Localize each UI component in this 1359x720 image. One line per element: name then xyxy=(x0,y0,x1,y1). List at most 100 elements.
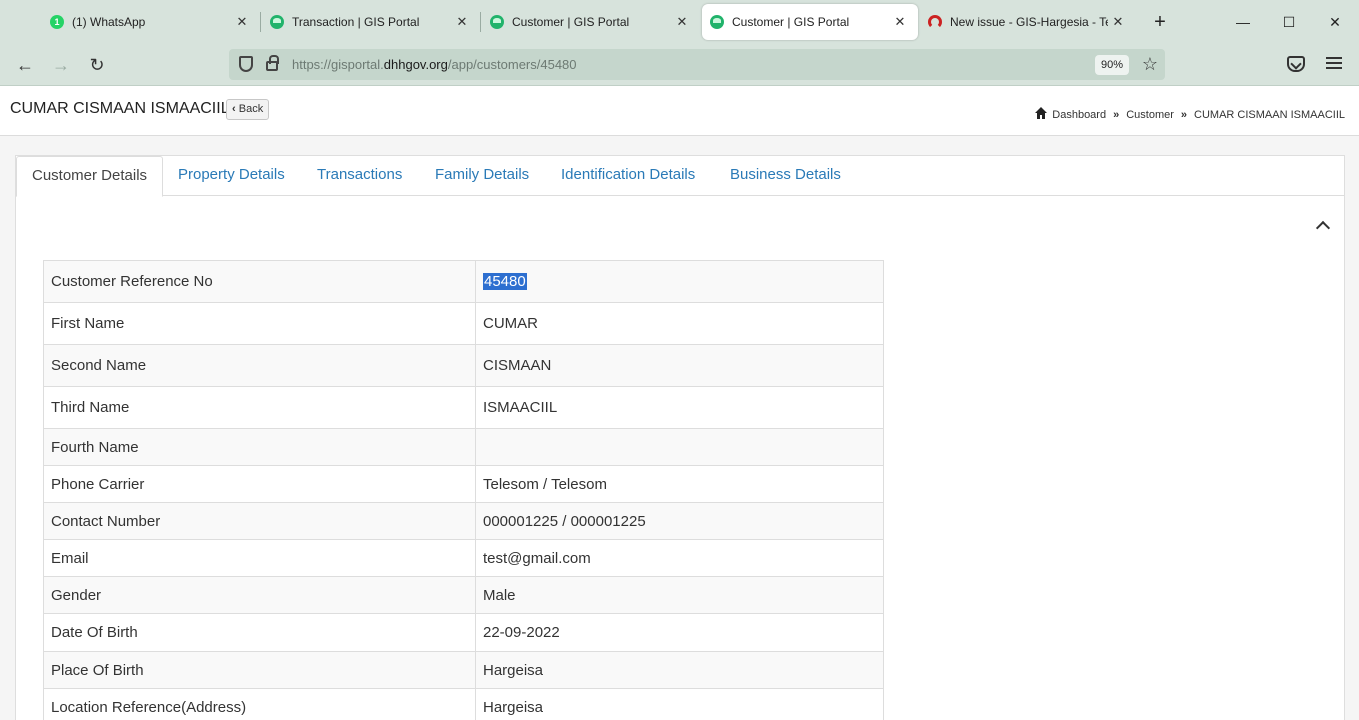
url-path: /app/customers/45480 xyxy=(447,57,577,72)
browser-tab-label: (1) WhatsApp xyxy=(72,15,146,29)
browser-tab-transaction[interactable]: Transaction | GIS Portal ✕ xyxy=(262,4,480,40)
detail-value: CISMAAN xyxy=(475,344,884,387)
table-row: Gender Male xyxy=(43,576,884,614)
breadcrumb-separator: » xyxy=(1113,109,1120,121)
table-row: Customer Reference No 45480 xyxy=(43,260,884,303)
maximize-button[interactable]: ☐ xyxy=(1267,8,1311,36)
browser-tab-label: New issue - GIS-Hargesia - Tea xyxy=(950,15,1108,29)
detail-value: test@gmail.com xyxy=(475,539,884,577)
breadcrumb-dashboard-link[interactable]: Dashboard xyxy=(1052,109,1106,121)
detail-tabs: Customer Details Property Details Transa… xyxy=(16,156,1344,197)
table-row: Location Reference(Address) Hargeisa xyxy=(43,688,884,720)
customer-reference-value: 45480 xyxy=(483,273,527,290)
forward-arrow-icon[interactable]: → xyxy=(48,52,74,78)
chevron-left-icon: ‹ xyxy=(232,103,236,115)
tab-business-details[interactable]: Business Details xyxy=(715,156,856,196)
browser-tab-label: Transaction | GIS Portal xyxy=(292,15,420,29)
browser-nav-bar: ← → ↻ https://gisportal.dhhgov.org/app/c… xyxy=(0,44,1359,86)
detail-value: ISMAACIIL xyxy=(475,386,884,429)
browser-tab-new-issue[interactable]: New issue - GIS-Hargesia - Tea ✕ xyxy=(920,4,1136,40)
detail-label: Email xyxy=(43,539,476,577)
detail-value: 000001225 / 000001225 xyxy=(475,502,884,540)
close-icon[interactable]: ✕ xyxy=(1108,14,1128,30)
hamburger-menu-icon[interactable] xyxy=(1326,54,1342,74)
window-close-button[interactable]: ✕ xyxy=(1313,8,1357,36)
detail-label: Customer Reference No xyxy=(43,260,476,303)
close-icon[interactable]: ✕ xyxy=(232,14,252,30)
tab-divider xyxy=(480,12,481,32)
browser-tab-whatsapp[interactable]: (1) WhatsApp ✕ xyxy=(42,4,260,40)
minimize-button[interactable]: — xyxy=(1221,8,1265,36)
table-row: Fourth Name xyxy=(43,428,884,466)
back-button-label: Back xyxy=(238,103,264,115)
detail-value: 22-09-2022 xyxy=(475,613,884,652)
detail-label: Date Of Birth xyxy=(43,613,476,652)
detail-value xyxy=(475,428,884,466)
detail-label: Fourth Name xyxy=(43,428,476,466)
lock-icon[interactable] xyxy=(266,55,279,71)
tab-customer-details[interactable]: Customer Details xyxy=(16,156,164,197)
breadcrumb-customer-link[interactable]: Customer xyxy=(1126,109,1174,121)
detail-label: Phone Carrier xyxy=(43,465,476,503)
detail-value: Male xyxy=(475,576,884,614)
detail-label: Third Name xyxy=(43,386,476,429)
detail-label: Second Name xyxy=(43,344,476,387)
detail-label: First Name xyxy=(43,302,476,345)
browser-tab-label: Customer | GIS Portal xyxy=(732,15,850,29)
close-icon[interactable]: ✕ xyxy=(672,14,692,30)
table-row: Date Of Birth 22-09-2022 xyxy=(43,613,884,652)
address-bar[interactable]: https://gisportal.dhhgov.org/app/custome… xyxy=(229,49,1165,80)
breadcrumb-separator: » xyxy=(1180,109,1188,121)
url-text[interactable]: https://gisportal.dhhgov.org/app/custome… xyxy=(292,57,577,72)
tab-family-details[interactable]: Family Details xyxy=(420,156,544,196)
pocket-icon[interactable] xyxy=(1287,56,1305,72)
url-host: dhhgov.org xyxy=(383,57,448,72)
new-tab-button[interactable]: + xyxy=(1148,9,1172,35)
detail-label: Contact Number xyxy=(43,502,476,540)
close-icon[interactable]: ✕ xyxy=(890,14,910,30)
tab-identification-details[interactable]: Identification Details xyxy=(546,156,710,196)
detail-value: Hargeisa xyxy=(475,651,884,689)
table-row: Email test@gmail.com xyxy=(43,539,884,577)
home-icon xyxy=(1035,107,1048,119)
table-row: Place Of Birth Hargeisa xyxy=(43,651,884,689)
table-row: Third Name ISMAACIIL xyxy=(43,386,884,429)
gis-portal-icon xyxy=(270,15,284,29)
table-row: Contact Number 000001225 / 000001225 xyxy=(43,502,884,540)
page-header: CUMAR CISMAAN ISMAACIIL ‹ Back Dashboard… xyxy=(0,86,1359,136)
customer-panel: Customer Details Property Details Transa… xyxy=(15,155,1345,720)
gis-portal-icon xyxy=(490,15,504,29)
customer-details-table: Customer Reference No 45480 First Name C… xyxy=(43,260,884,720)
breadcrumb: Dashboard » Customer » CUMAR CISMAAN ISM… xyxy=(1035,107,1345,121)
back-arrow-icon[interactable]: ← xyxy=(12,52,38,78)
breadcrumb-current: CUMAR CISMAAN ISMAACIIL xyxy=(1194,109,1345,121)
tab-divider xyxy=(260,12,261,32)
detail-value: CUMAR xyxy=(475,302,884,345)
tab-property-details[interactable]: Property Details xyxy=(163,156,300,196)
whatsapp-icon xyxy=(50,15,64,29)
zoom-level-button[interactable]: 90% xyxy=(1095,55,1129,75)
reload-icon[interactable]: ↻ xyxy=(84,52,110,78)
detail-value: Hargeisa xyxy=(475,688,884,720)
table-row: Second Name CISMAAN xyxy=(43,344,884,387)
table-row: First Name CUMAR xyxy=(43,302,884,345)
page-title: CUMAR CISMAAN ISMAACIIL xyxy=(10,100,230,117)
detail-value: 45480 xyxy=(475,260,884,303)
url-prefix: https://gisportal. xyxy=(292,57,384,72)
browser-tab-label: Customer | GIS Portal xyxy=(512,15,630,29)
browser-tab-customer[interactable]: Customer | GIS Portal ✕ xyxy=(482,4,700,40)
detail-label: Location Reference(Address) xyxy=(43,688,476,720)
back-button[interactable]: ‹ Back xyxy=(226,99,270,120)
table-row: Phone Carrier Telesom / Telesom xyxy=(43,465,884,503)
detail-label: Gender xyxy=(43,576,476,614)
detail-value: Telesom / Telesom xyxy=(475,465,884,503)
browser-tab-bar: (1) WhatsApp ✕ Transaction | GIS Portal … xyxy=(0,0,1359,44)
close-icon[interactable]: ✕ xyxy=(452,14,472,30)
gis-portal-icon xyxy=(710,15,724,29)
bookmark-star-icon[interactable]: ☆ xyxy=(1139,53,1161,75)
chevron-up-icon[interactable] xyxy=(1315,220,1331,236)
detail-label: Place Of Birth xyxy=(43,651,476,689)
browser-tab-customer-active[interactable]: Customer | GIS Portal ✕ xyxy=(702,4,918,40)
tab-transactions[interactable]: Transactions xyxy=(302,156,417,196)
shield-icon[interactable] xyxy=(239,56,253,72)
